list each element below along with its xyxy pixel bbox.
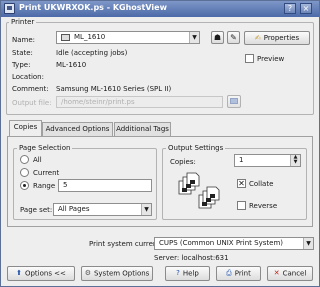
server-info: Server: localhost:631 [154,254,229,262]
current-page-radio[interactable] [20,168,29,177]
preview-checkbox[interactable] [245,54,254,63]
reverse-label: Reverse [249,202,278,210]
range-label: Range [33,182,56,190]
cancel-icon: ✕ [273,269,280,277]
state-value: Idle (accepting jobs) [56,49,128,57]
chevron-down-icon[interactable]: ▼ [189,32,199,43]
output-file-input[interactable]: /home/steinr/print.ps [56,96,223,108]
close-window-button[interactable]: × [300,3,312,14]
wizard-icon: ✎ [230,33,237,42]
range-radio[interactable] [20,181,29,190]
spin-arrows-icon[interactable]: ▲ ▼ [290,155,300,166]
copies-value: 1 [239,156,244,164]
system-options-label: System Options [93,269,150,278]
current-page-label: Current [33,169,60,177]
tab-additional-tags[interactable]: Additional Tags [114,122,171,136]
chevron-down-icon[interactable]: ▼ [141,204,151,215]
collate-label: Collate [249,180,274,188]
properties-icon: ✍ [254,34,261,42]
tab-advanced-options[interactable]: Advanced Options [42,122,113,136]
comment-value: Samsung ML-1610 Series (SPL II) [56,85,172,93]
print-icon: ⎙ [226,269,232,277]
chevron-down-icon[interactable]: ▼ [303,238,313,249]
help-button[interactable]: ? Help [165,266,210,281]
cancel-button[interactable]: ✕ Cancel [267,266,313,281]
collate-pages-icon [178,172,220,209]
system-options-icon: ⚙ [84,269,91,277]
cancel-label: Cancel [282,269,307,278]
output-file-label: Output file: [12,99,52,107]
printer-name-value: ML_1610 [74,33,106,41]
wizard-button[interactable]: ✎ [227,31,240,44]
system-options-button[interactable]: ⚙ System Options [81,266,153,281]
copies-label: Copies: [170,158,196,166]
printer-name-combo[interactable]: ML_1610 ▼ [56,31,200,44]
properties-button[interactable]: ✍ Properties [244,31,310,45]
window-title: Print UKWRXOK.ps - KGhostView [19,3,167,12]
folder-icon [230,98,238,104]
print-system-combo[interactable]: CUPS (Common UNIX Print System) ▼ [154,237,314,250]
preview-label: Preview [257,55,285,63]
properties-label: Properties [263,34,300,42]
tab-copies[interactable]: Copies [9,120,42,137]
location-label: Location: [12,73,44,81]
range-input[interactable]: 5 [58,179,152,192]
collate-checkbox[interactable]: ✕ [237,179,246,188]
page-set-value: All Pages [58,205,90,213]
print-system-value: CUPS (Common UNIX Print System) [159,239,283,247]
help-label: Help [182,269,199,278]
page-set-label: Page set: [20,206,53,214]
type-label: Type: [12,61,31,69]
options-toggle-label: Options << [24,269,66,278]
arrow-up-icon: ⬆ [16,269,22,277]
all-pages-label: All [33,156,42,164]
type-value: ML-1610 [56,61,87,69]
help-icon: ? [176,269,180,277]
printer-tools-icon: ☗ [213,33,222,42]
printer-group-label: Printer [9,18,37,26]
all-pages-radio[interactable] [20,155,29,164]
page-set-combo[interactable]: All Pages ▼ [53,203,152,216]
printer-app-icon[interactable] [4,3,15,14]
help-title-button[interactable]: ? [284,3,296,14]
copies-spinbox[interactable]: 1 ▲ ▼ [234,154,301,167]
reverse-checkbox[interactable] [237,201,246,210]
printer-icon [61,33,70,41]
comment-label: Comment: [12,85,49,93]
printer-tools-button[interactable]: ☗ [211,31,224,44]
state-label: State: [12,49,33,57]
page-selection-label: Page Selection [17,144,73,152]
browse-file-button[interactable] [227,95,241,108]
print-dialog-window: Print UKWRXOK.ps - KGhostView ? × Printe… [0,0,320,287]
output-settings-label: Output Settings [166,144,226,152]
options-toggle-button[interactable]: ⬆ Options << [7,266,75,281]
print-button[interactable]: ⎙ Print [216,266,261,281]
print-label: Print [234,269,251,278]
printer-name-label: Name: [12,36,36,44]
title-bar[interactable]: Print UKWRXOK.ps - KGhostView ? × [1,1,319,17]
